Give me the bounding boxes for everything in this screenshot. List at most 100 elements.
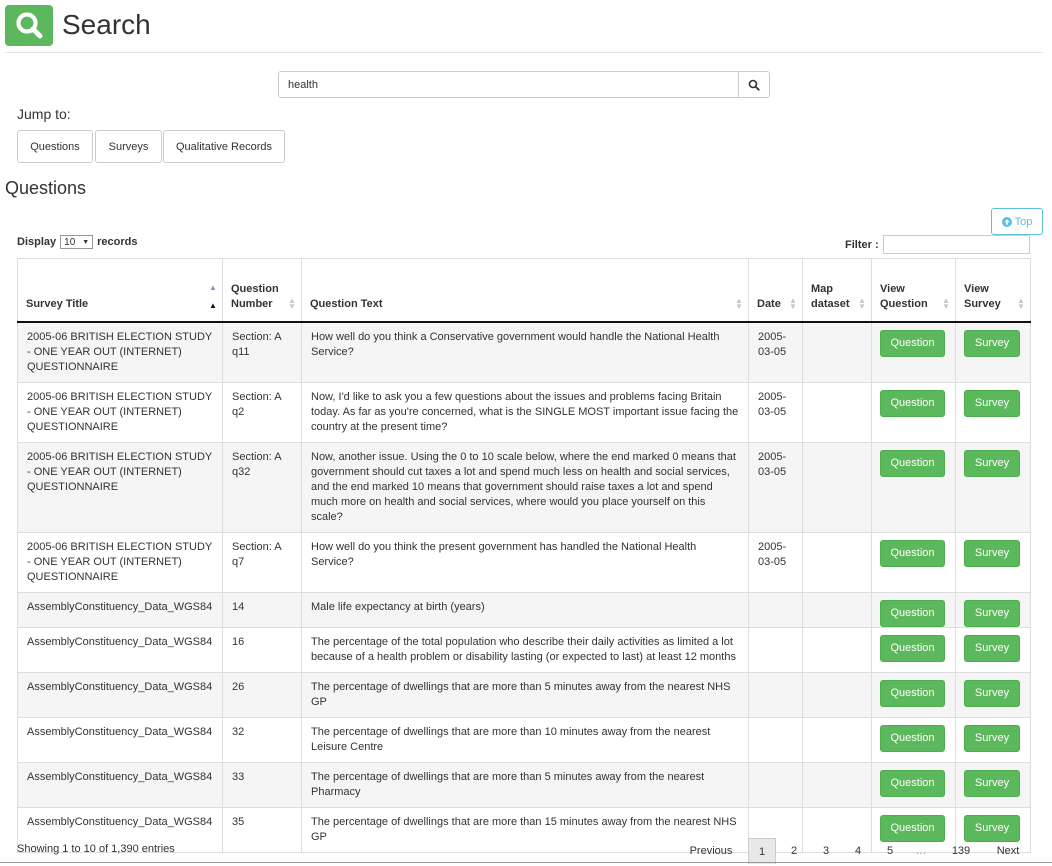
cell-question-number: 16 <box>222 626 302 673</box>
cell-view-survey: Survey <box>955 531 1031 593</box>
cell-survey-title: AssemblyConstituency_Data_WGS84 <box>17 716 223 763</box>
results-table-wrapper: Survey Title ▲ ▲ Question Number ▲ ▼ Question T… <box>17 258 1031 853</box>
filter-input[interactable] <box>882 235 1030 254</box>
cell-map-dataset <box>802 321 872 383</box>
view-question-button[interactable]: Question <box>880 539 945 567</box>
view-question-button[interactable]: Question <box>880 724 945 752</box>
table-row: AssemblyConstituency_Data_WGS84 16 The per… <box>17 626 1031 673</box>
search-icon <box>16 12 43 39</box>
column-header-label: Survey Title <box>26 297 89 310</box>
cell-date <box>748 761 803 808</box>
search-button[interactable] <box>739 71 770 98</box>
view-survey-button[interactable]: Survey <box>964 329 1020 357</box>
records-per-page-select[interactable]: 10 ▼ <box>60 235 94 249</box>
back-to-top-button[interactable]: Top <box>991 208 1043 235</box>
view-survey-button[interactable]: Survey <box>964 679 1020 707</box>
cell-date: 2005-03-05 <box>748 321 803 383</box>
table-row: AssemblyConstituency_Data_WGS84 32 The per… <box>17 716 1031 763</box>
filter-control: Filter : <box>845 235 1030 254</box>
view-question-button[interactable]: Question <box>880 634 945 662</box>
view-question-button[interactable]: Question <box>880 679 945 707</box>
th-survey-title[interactable]: Survey Title ▲ ▲ <box>17 258 223 323</box>
page-3[interactable]: 3 <box>811 838 841 864</box>
table-body: 2005-06 BRITISH ELECTION STUDY - ONE YEA… <box>17 321 1031 853</box>
cell-survey-title: 2005-06 BRITISH ELECTION STUDY - ONE YEA… <box>17 321 223 383</box>
pagination-next[interactable]: Next <box>991 838 1025 864</box>
page-139[interactable]: 139 <box>943 838 979 864</box>
page-title: Search <box>62 9 151 40</box>
th-view-survey[interactable]: View Survey ▲ ▼ <box>955 258 1031 323</box>
page-5[interactable]: 5 <box>875 838 905 864</box>
bottom-divider <box>0 862 1052 863</box>
cell-question-number: Section: A q2 <box>222 381 302 443</box>
page-header: Search <box>5 4 151 46</box>
sort-both-icon: ▲ ▼ <box>942 295 950 311</box>
th-question-number[interactable]: Question Number ▲ ▼ <box>222 258 302 323</box>
view-survey-button[interactable]: Survey <box>964 539 1020 567</box>
view-question-button[interactable]: Question <box>880 599 945 627</box>
header-divider <box>5 52 1043 53</box>
cell-view-question: Question <box>871 531 956 593</box>
cell-view-question: Question <box>871 321 956 383</box>
th-view-question[interactable]: View Question ▲ ▼ <box>871 258 956 323</box>
page-2[interactable]: 2 <box>779 838 809 864</box>
cell-survey-title: 2005-06 BRITISH ELECTION STUDY - ONE YEA… <box>17 381 223 443</box>
cell-date: 2005-03-05 <box>748 441 803 533</box>
cell-view-question: Question <box>871 626 956 673</box>
search-input[interactable] <box>278 71 739 98</box>
cell-date <box>748 626 803 673</box>
pagination-previous[interactable]: Previous <box>688 838 734 864</box>
sort-ascending-icon: ▲ ▲ <box>209 282 217 310</box>
cell-view-survey: Survey <box>955 381 1031 443</box>
view-survey-button[interactable]: Survey <box>964 389 1020 417</box>
cell-question-text: Now, another issue. Using the 0 to 10 sc… <box>301 441 749 533</box>
jump-questions-button[interactable]: Questions <box>17 130 93 163</box>
page-4[interactable]: 4 <box>843 838 873 864</box>
view-question-button[interactable]: Question <box>880 329 945 357</box>
view-question-button[interactable]: Question <box>880 769 945 797</box>
column-header-label: Question Text <box>310 297 383 310</box>
cell-view-question: Question <box>871 761 956 808</box>
column-header-label: View <box>964 282 989 295</box>
cell-view-question: Question <box>871 716 956 763</box>
cell-question-number: Section: A q11 <box>222 321 302 383</box>
cell-question-text: Now, I'd like to ask you a few questions… <box>301 381 749 443</box>
filter-label: Filter : <box>845 238 879 251</box>
cell-map-dataset <box>802 441 872 533</box>
search-icon <box>748 79 760 91</box>
cell-view-question: Question <box>871 671 956 718</box>
jump-surveys-button[interactable]: Surveys <box>95 130 162 163</box>
th-date[interactable]: Date ▲ ▼ <box>748 258 803 323</box>
cell-question-number: 26 <box>222 671 302 718</box>
cell-date <box>748 671 803 718</box>
section-title: Questions <box>5 178 87 198</box>
cell-question-text: The percentage of dwellings that are mor… <box>301 671 749 718</box>
sort-both-icon: ▲ ▼ <box>789 295 797 311</box>
cell-question-text: The percentage of the total population w… <box>301 626 749 673</box>
cell-question-number: 33 <box>222 761 302 808</box>
cell-question-number: 14 <box>222 591 302 628</box>
cell-view-question: Question <box>871 381 956 443</box>
column-header-label: Question <box>231 282 279 295</box>
cell-map-dataset <box>802 716 872 763</box>
th-question-text[interactable]: Question Text ▲ ▼ <box>301 258 749 323</box>
cell-view-question: Question <box>871 441 956 533</box>
cell-view-survey: Survey <box>955 441 1031 533</box>
view-question-button[interactable]: Question <box>880 449 945 477</box>
cell-date <box>748 716 803 763</box>
table-header-row: Survey Title ▲ ▲ Question Number ▲ ▼ Question T… <box>17 258 1031 323</box>
view-survey-button[interactable]: Survey <box>964 769 1020 797</box>
view-survey-button[interactable]: Survey <box>964 724 1020 752</box>
view-question-button[interactable]: Question <box>880 389 945 417</box>
view-survey-button[interactable]: Survey <box>964 599 1020 627</box>
view-survey-button[interactable]: Survey <box>964 634 1020 662</box>
cell-survey-title: AssemblyConstituency_Data_WGS84 <box>17 761 223 808</box>
jump-qualitative-records-button[interactable]: Qualitative Records <box>163 130 285 163</box>
cell-question-number: 32 <box>222 716 302 763</box>
cell-question-number: Section: A q7 <box>222 531 302 593</box>
page-1[interactable]: 1 <box>748 838 776 864</box>
chevron-down-icon: ▼ <box>82 238 90 246</box>
th-map-dataset[interactable]: Map dataset ▲ ▼ <box>802 258 872 323</box>
column-header-label: View <box>880 282 905 295</box>
view-survey-button[interactable]: Survey <box>964 449 1020 477</box>
